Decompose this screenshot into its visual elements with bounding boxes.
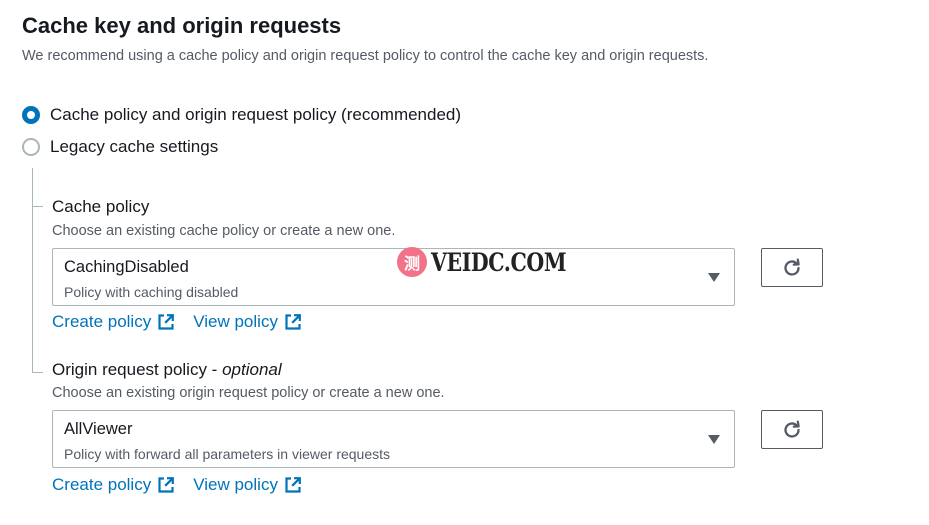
tree-connector-cache-policy (32, 206, 43, 207)
cache-policy-links: Create policy View policy (52, 312, 302, 332)
refresh-icon (784, 257, 800, 276)
cache-policy-select[interactable]: CachingDisabled Policy with caching disa… (52, 248, 735, 306)
origin-request-policy-view-link[interactable]: View policy (193, 475, 302, 495)
origin-request-policy-refresh-button[interactable] (761, 410, 823, 449)
origin-request-policy-select[interactable]: AllViewer Policy with forward all parame… (52, 410, 735, 468)
origin-request-policy-links: Create policy View policy (52, 475, 302, 495)
tree-connector-origin-policy (32, 372, 43, 373)
cache-policy-refresh-button[interactable] (761, 248, 823, 287)
section-title: Cache key and origin requests (22, 13, 342, 38)
external-link-icon (285, 477, 301, 493)
radio-label-recommended: Cache policy and origin request policy (… (50, 105, 462, 124)
radio-label-legacy: Legacy cache settings (50, 137, 219, 156)
caret-down-icon (708, 435, 720, 444)
radio-selected-icon[interactable] (22, 106, 40, 124)
tree-connector-vertical (32, 168, 33, 373)
cache-policy-view-link[interactable]: View policy (193, 312, 302, 332)
caret-down-icon (708, 273, 720, 282)
cache-policy-description: Choose an existing cache policy or creat… (52, 223, 396, 239)
radio-option-legacy[interactable]: Legacy cache settings (22, 137, 218, 157)
cache-policy-label: Cache policy (52, 197, 150, 216)
external-link-icon (285, 314, 301, 330)
watermark-seal: 测 (397, 247, 427, 277)
watermark: 测 VEIDC.COM (397, 247, 596, 277)
create-policy-link-text: Create policy (52, 475, 152, 494)
cache-policy-selected-description: Policy with caching disabled (64, 284, 239, 300)
origin-request-policy-create-link[interactable]: Create policy (52, 475, 175, 495)
watermark-text: VEIDC.COM (431, 247, 567, 277)
radio-option-recommended[interactable]: Cache policy and origin request policy (… (22, 105, 461, 125)
create-policy-link-text: Create policy (52, 312, 152, 331)
external-link-icon (158, 314, 175, 330)
origin-request-policy-label-text: Origin request policy - (52, 360, 223, 379)
origin-request-policy-selected-description: Policy with forward all parameters in vi… (64, 446, 391, 462)
refresh-icon (784, 419, 800, 438)
cache-policy-create-link[interactable]: Create policy (52, 312, 175, 332)
cache-policy-selected-value: CachingDisabled (64, 258, 189, 276)
radio-unselected-icon[interactable] (22, 138, 40, 156)
origin-request-policy-description: Choose an existing origin request policy… (52, 385, 445, 401)
origin-request-policy-label: Origin request policy - optional (52, 360, 282, 380)
view-policy-link-text: View policy (193, 312, 278, 331)
optional-label: optional (222, 360, 282, 379)
view-policy-link-text: View policy (193, 475, 278, 494)
section-description: We recommend using a cache policy and or… (22, 48, 709, 64)
origin-request-policy-selected-value: AllViewer (64, 420, 133, 438)
external-link-icon (158, 477, 175, 493)
